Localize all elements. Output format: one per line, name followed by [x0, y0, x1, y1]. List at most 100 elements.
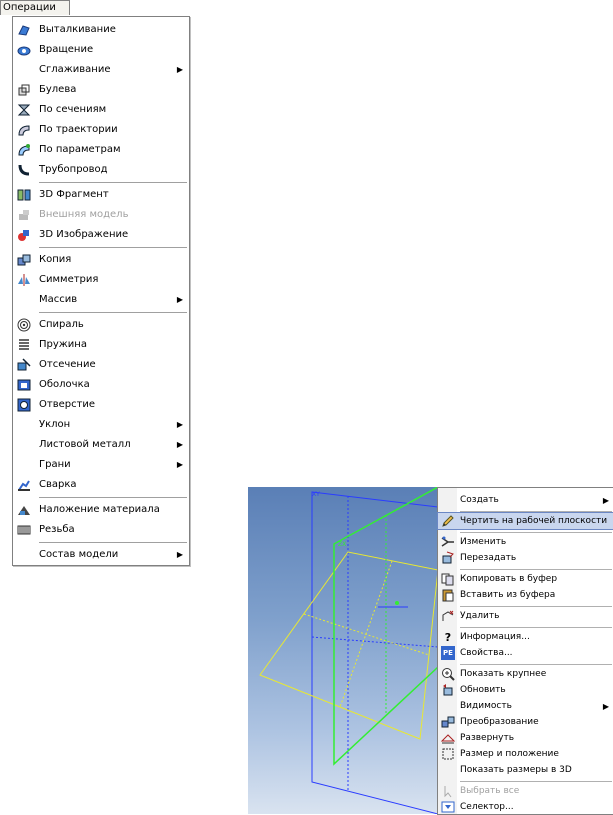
weld-icon [16, 477, 32, 493]
ctx-item-delete[interactable]: Удалить [438, 608, 613, 624]
menu-separator [39, 497, 187, 498]
menu-item-pipe[interactable]: Трубопровод [13, 160, 189, 179]
ctx-item-show-dims-3d[interactable]: Показать размеры в 3D [438, 762, 613, 778]
menu-separator [39, 542, 187, 543]
refresh-icon [441, 683, 455, 697]
submenu-arrow-icon: ▶ [176, 460, 184, 469]
menu-item-copy[interactable]: Копия [13, 250, 189, 269]
menu-item-faces[interactable]: Грани ▶ [13, 455, 189, 474]
ctx-item-select-all[interactable]: Выбрать все [438, 783, 613, 799]
menu-item-label: Трубопровод [39, 164, 108, 175]
menu-item-shell[interactable]: Оболочка [13, 375, 189, 394]
ctx-item-info[interactable]: ? Информация... [438, 629, 613, 645]
ctx-item-refresh[interactable]: Обновить [438, 682, 613, 698]
menu-item-3d-fragment[interactable]: 3D Фрагмент [13, 185, 189, 204]
menu-item-label: По параметрам [39, 144, 121, 155]
menu-item-label: Булева [39, 84, 77, 95]
menu-item-slope[interactable]: Уклон ▶ [13, 415, 189, 434]
ctx-item-create[interactable]: Создать ▶ [438, 492, 613, 508]
transform-icon [441, 715, 455, 729]
menu-item-hole[interactable]: Отверстие [13, 395, 189, 414]
thread-icon [16, 522, 32, 538]
submenu-arrow-icon: ▶ [602, 495, 610, 505]
ctx-item-label: Перезадать [460, 553, 517, 563]
rotate-icon [16, 42, 32, 58]
ctx-item-label: Удалить [460, 611, 500, 621]
menu-item-spiral[interactable]: Спираль [13, 315, 189, 334]
ctx-item-sketch-on-plane[interactable]: Чертить на рабочей плоскости [437, 512, 613, 530]
menu-item-array[interactable]: Массив ▶ [13, 290, 189, 309]
loft-icon [16, 102, 32, 118]
delete-icon [441, 609, 455, 623]
menu-item-parametric[interactable]: По параметрам [13, 140, 189, 159]
menu-item-label: Резьба [39, 524, 75, 535]
pencil-icon [441, 514, 455, 528]
menu-item-sheet-metal[interactable]: Листовой металл ▶ [13, 435, 189, 454]
redefine-icon [441, 551, 455, 565]
menu-item-label: Вращение [39, 44, 94, 55]
menu-separator [460, 569, 612, 570]
planes-drawing [259, 487, 438, 814]
menu-item-thread[interactable]: Резьба [13, 520, 189, 539]
menu-item-label: По сечениям [39, 104, 107, 115]
ctx-item-unfold[interactable]: Развернуть [438, 730, 613, 746]
menu-item-label: Копия [39, 254, 72, 265]
extrude-icon [16, 22, 32, 38]
ctx-item-label: Вставить из буфера [460, 590, 556, 600]
menu-separator [39, 182, 187, 183]
ctx-item-label: Преобразование [460, 717, 539, 727]
ctx-item-visibility[interactable]: Видимость ▶ [438, 698, 613, 714]
menu-item-material[interactable]: Наложение материала [13, 500, 189, 519]
submenu-arrow-icon: ▶ [176, 550, 184, 559]
menu-item-weld[interactable]: Сварка [13, 475, 189, 494]
menu-item-external-model[interactable]: Внешняя модель [13, 205, 189, 224]
menu-item-label: Сварка [39, 479, 77, 490]
edit-icon [441, 535, 455, 549]
zoom-icon [441, 667, 455, 681]
menu-item-label: Наложение материала [39, 504, 160, 515]
menu-item-spring[interactable]: Пружина [13, 335, 189, 354]
ctx-item-label: Выбрать все [460, 786, 520, 796]
menu-item-mirror[interactable]: Симметрия [13, 270, 189, 289]
menu-item-loft[interactable]: По сечениям [13, 100, 189, 119]
menu-operations[interactable]: Операции [0, 0, 70, 15]
ctx-item-label: Показать крупнее [460, 669, 547, 679]
ctx-item-size-position[interactable]: Размер и положение [438, 746, 613, 762]
menu-separator [460, 781, 612, 782]
menu-separator [460, 532, 612, 533]
ctx-item-label: Создать [460, 495, 499, 505]
ctx-item-transform[interactable]: Преобразование [438, 714, 613, 730]
spiral-icon [16, 317, 32, 333]
menu-item-label: 3D Изображение [39, 229, 129, 240]
help-icon: ? [444, 630, 452, 644]
menu-item-smoothing[interactable]: Сглаживание ▶ [13, 60, 189, 79]
ctx-item-edit[interactable]: Изменить [438, 534, 613, 550]
material-icon [16, 502, 32, 518]
ctx-item-zoom[interactable]: Показать крупнее [438, 666, 613, 682]
menu-item-boolean[interactable]: Булева [13, 80, 189, 99]
menu-item-label: Симметрия [39, 274, 99, 285]
ctx-item-selector[interactable]: Селектор... [438, 799, 613, 815]
menu-item-model-structure[interactable]: Состав модели ▶ [13, 545, 189, 564]
3d-viewport[interactable]: XY ZX [248, 487, 438, 814]
mirror-icon [16, 272, 32, 288]
menu-separator [460, 511, 612, 512]
menu-separator [39, 312, 187, 313]
submenu-arrow-icon: ▶ [176, 440, 184, 449]
ctx-item-redefine[interactable]: Перезадать [438, 550, 613, 566]
ctx-item-properties[interactable]: PE Свойства... [438, 645, 613, 661]
menu-item-extrude[interactable]: Выталкивание [13, 20, 189, 39]
menu-item-label: Спираль [39, 319, 84, 330]
ctx-item-paste[interactable]: Вставить из буфера [438, 587, 613, 603]
menu-item-rotate[interactable]: Вращение [13, 40, 189, 59]
menu-item-label: Внешняя модель [39, 209, 129, 220]
ctx-item-copy[interactable]: Копировать в буфер [438, 571, 613, 587]
menu-separator [460, 606, 612, 607]
menu-item-cut[interactable]: Отсечение [13, 355, 189, 374]
menu-item-label: Отсечение [39, 359, 96, 370]
select-all-icon [441, 784, 455, 798]
menu-item-3d-image[interactable]: 3D Изображение [13, 225, 189, 244]
ctx-item-label: Обновить [460, 685, 506, 695]
menu-item-sweep[interactable]: По траектории [13, 120, 189, 139]
spring-icon [16, 337, 32, 353]
